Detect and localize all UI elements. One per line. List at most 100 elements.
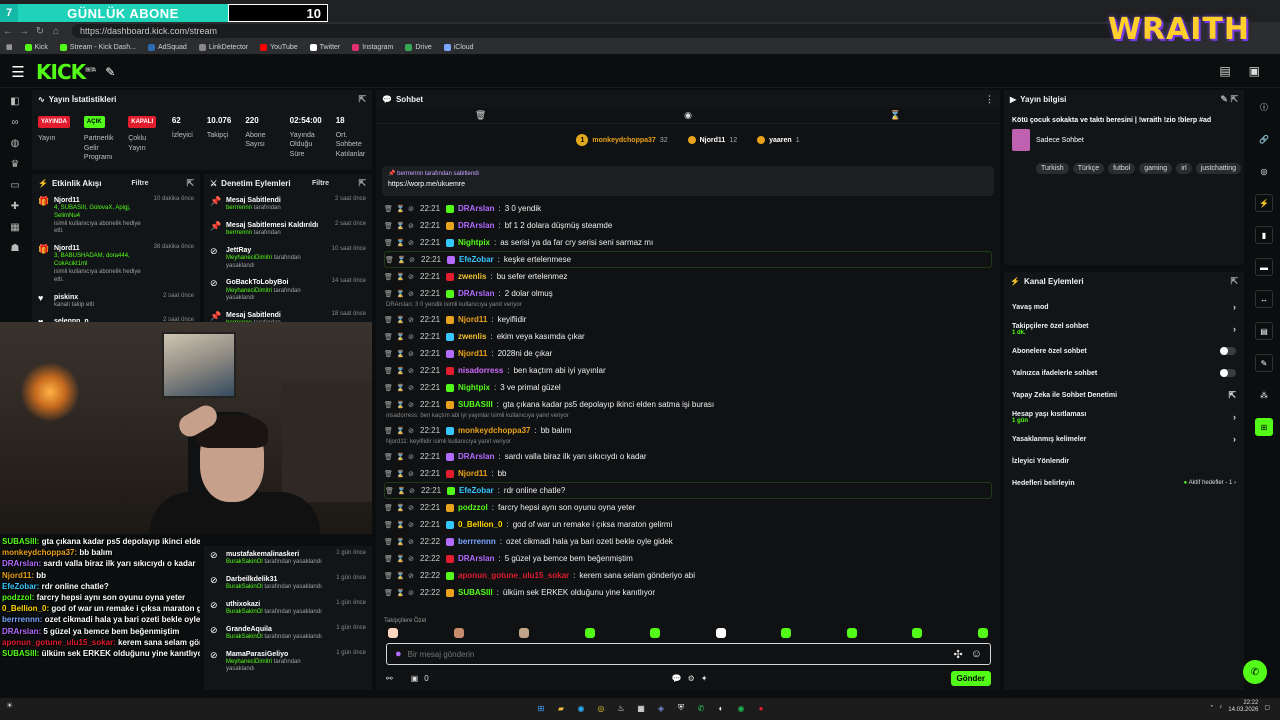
bookmark-item[interactable]: Twitter	[309, 43, 340, 51]
message-username[interactable]: DRArslan	[458, 204, 494, 213]
ban-icon[interactable]: ⊘	[408, 239, 416, 247]
info-icon[interactable]: ⓘ	[1255, 98, 1273, 116]
tag-chip[interactable]: irl	[1176, 163, 1192, 175]
timeout-icon[interactable]: ⌛	[396, 521, 405, 529]
toggle-switch[interactable]	[1220, 369, 1236, 377]
mod-action-item[interactable]: ⊘ Darbeilkdelik31 BurakSakinOl tarafından …	[204, 571, 372, 596]
chat-message[interactable]: 🗑 ⌛ ⊘ 22:22 SUBASIII: ülküm sek ERKEK olduğun…	[384, 584, 992, 601]
channel-action-row[interactable]: Yavaş mod ›	[1004, 296, 1244, 318]
send-button[interactable]: Gönder	[950, 670, 991, 686]
delete-icon[interactable]: 🗑	[384, 222, 393, 230]
chat-message[interactable]: 🗑 ⌛ ⊘ 22:21 DRArslan: sardı valla biraz ilk y…	[384, 448, 992, 465]
top-gifter[interactable]: Njord11 12	[687, 136, 737, 144]
message-username[interactable]: DRArslan	[458, 289, 494, 298]
activity-item[interactable]: 🎁 Njord11 3, BABUSHADAM, dora444, CokAcikt…	[32, 240, 200, 288]
chat-message[interactable]: 🗑 ⌛ ⊘ 22:21 Nightpix: as serisi ya da far cry…	[384, 234, 992, 251]
delete-icon[interactable]: 🗑	[384, 239, 393, 247]
external-icon[interactable]: ⇱	[1228, 390, 1236, 401]
home-icon[interactable]: ⌂	[48, 26, 64, 37]
users-icon[interactable]: ☗	[11, 243, 20, 254]
add-widget-icon[interactable]: ⊞	[1255, 418, 1273, 436]
chat-message[interactable]: 🗑 ⌛ ⊘ 22:21 podzzol: farcry hepsi aynı son oy…	[384, 499, 992, 516]
obs-icon[interactable]: ◐	[714, 701, 728, 715]
trash-icon[interactable]: 🗑	[475, 110, 486, 121]
bookmark-item[interactable]: AdSquad	[148, 43, 187, 51]
delete-icon[interactable]: 🗑	[385, 487, 394, 495]
ban-icon[interactable]: ⊘	[408, 290, 416, 298]
chat-input-box[interactable]: ● ✣ ☺	[386, 643, 991, 665]
message-username[interactable]: zwenlis	[458, 332, 486, 341]
bookmark-item[interactable]: Kick	[24, 43, 48, 51]
message-username[interactable]: EfeZobar	[459, 486, 494, 495]
tag-chip[interactable]: justchatting	[1195, 163, 1242, 175]
delete-icon[interactable]: 🗑	[384, 333, 393, 341]
delete-icon[interactable]: 🗑	[384, 470, 393, 478]
link-icon[interactable]: ∞	[11, 117, 18, 128]
delete-icon[interactable]: 🗑	[384, 555, 393, 563]
back-icon[interactable]: ←	[0, 26, 16, 37]
message-username[interactable]: Nightpix	[458, 238, 490, 247]
tag-chip[interactable]: Türkçe	[1072, 163, 1105, 175]
channel-action-row[interactable]: Hedefleri belirleyin ● Aktif hedefler - 1…	[1004, 472, 1244, 494]
delete-icon[interactable]: 🗑	[384, 350, 393, 358]
message-username[interactable]: berrrennn	[458, 537, 496, 546]
ban-icon[interactable]: ⊘	[408, 504, 416, 512]
timeout-icon[interactable]: ⌛	[396, 273, 405, 281]
steam-icon[interactable]: ♨	[614, 701, 628, 715]
files-icon[interactable]: ▰	[554, 701, 568, 715]
tool-icon[interactable]: ✚	[11, 201, 19, 212]
timeout-icon[interactable]: ⌛	[396, 205, 405, 213]
chatter-avatar[interactable]	[977, 628, 988, 638]
ban-icon[interactable]: ⊘	[408, 427, 416, 435]
mic-icon[interactable]: ●	[395, 648, 402, 660]
bookmark-item[interactable]: iCloud	[443, 43, 474, 51]
chat-message[interactable]: 🗑 ⌛ ⊘ 22:21 Nightpix:3 ve primal güzel	[384, 379, 992, 396]
chatter-avatar[interactable]	[846, 628, 857, 638]
timeout-icon[interactable]: ⌛	[396, 589, 405, 597]
wallet-icon[interactable]: ▣	[1249, 64, 1260, 78]
timeout-icon[interactable]: ⌛	[396, 572, 405, 580]
timeout-icon[interactable]: ⌛	[396, 401, 405, 409]
chat-message[interactable]: 🗑 ⌛ ⊘ 22:21 Njord11: keyiflidir	[384, 311, 992, 328]
chatter-avatar[interactable]	[912, 628, 923, 638]
message-username[interactable]: DRArslan	[458, 554, 494, 563]
menu-icon[interactable]: ☰	[0, 63, 36, 81]
users-link-icon[interactable]: ⚯	[386, 674, 393, 683]
chevron-right-icon[interactable]: ›	[1233, 434, 1236, 444]
toggle-switch[interactable]	[1220, 347, 1236, 355]
ban-icon[interactable]: ⊘	[408, 555, 416, 563]
chrome-icon[interactable]: ◎	[594, 701, 608, 715]
edit-icon[interactable]: ✎ ⇱	[1220, 94, 1238, 105]
volume-icon[interactable]: ♪	[1219, 704, 1222, 710]
record-icon[interactable]: ●	[754, 701, 768, 715]
timeout-icon[interactable]: ⌛	[396, 222, 405, 230]
delete-icon[interactable]: 🗑	[384, 205, 393, 213]
channel-action-row[interactable]: Hesap yaşı kısıtlaması 1 gün ›	[1004, 406, 1244, 428]
chat-message[interactable]: 🗑 ⌛ ⊘ 22:21 EfeZobar: rdr online chatle?	[384, 482, 992, 499]
top-gifter[interactable]: 1 monkeydchoppa37 32	[576, 134, 668, 146]
timeout-icon[interactable]: ⌛	[396, 350, 405, 358]
message-username[interactable]: Nightpix	[458, 383, 490, 392]
delete-icon[interactable]: 🗑	[384, 504, 393, 512]
mod-action-item[interactable]: ⊘ uthixokazi BurakSakinOl tarafından yasak…	[204, 596, 372, 621]
reload-icon[interactable]: ↻	[32, 26, 48, 37]
mod-action-item[interactable]: ⊘ GrandeAquila BurakSakinOl tarafından yas…	[204, 621, 372, 646]
chat-message[interactable]: 🗑 ⌛ ⊘ 22:21 Njord11: bb	[384, 465, 992, 482]
chat-message[interactable]: 🗑 ⌛ ⊘ 22:22 aponun_gotune_ulu15_sokar: kerem …	[384, 567, 992, 584]
hourglass-icon[interactable]: ⌛	[890, 110, 901, 121]
forward-icon[interactable]: →	[16, 26, 32, 37]
channel-action-row[interactable]: Yasaklanmış kelimeler ›	[1004, 428, 1244, 450]
message-username[interactable]: nisadorress	[458, 366, 503, 375]
mod-action-item[interactable]: ⊘ JettRay MeyhaneciDimitri tarafından yasa…	[204, 242, 372, 275]
emoji-icon[interactable]: ☺	[971, 648, 982, 660]
tag-chip[interactable]: gaming	[1139, 163, 1173, 175]
chat-message[interactable]: 🗑 ⌛ ⊘ 22:21 DRArslan: bf 1 2 dolara düşmüş st…	[384, 217, 992, 234]
mod-action-item[interactable]: ⊘ MamaParasiGeliyo MeyhaneciDimitri tarafı…	[204, 646, 372, 679]
arrows-icon[interactable]: ↔	[1255, 290, 1273, 308]
layout-icon[interactable]: ▤	[1255, 322, 1273, 340]
pinned-link[interactable]: https://worp.me/ukuemre	[388, 181, 988, 188]
mod-action-item[interactable]: ⊘ GoBackToLobyBoi MeyhaneciDimitri tarafın…	[204, 274, 372, 307]
gear-icon[interactable]: ⚙	[688, 674, 695, 683]
chevron-right-icon[interactable]: ›	[1233, 412, 1236, 422]
channel-action-row[interactable]: Yapay Zeka ile Sohbet Denetimi ⇱	[1004, 384, 1244, 406]
